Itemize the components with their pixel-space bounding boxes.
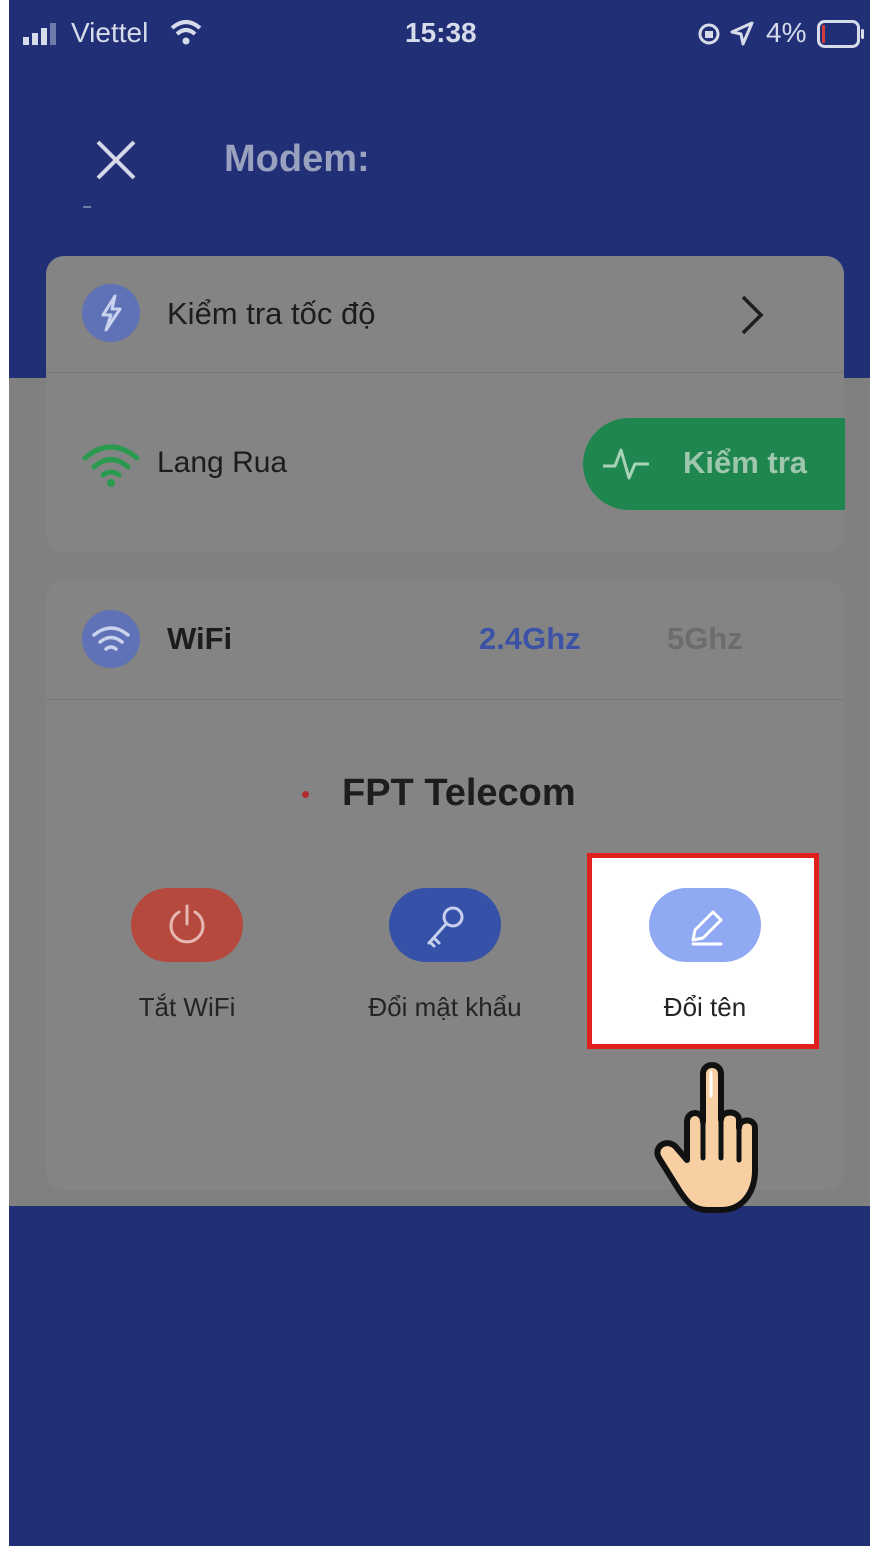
- change-password-button[interactable]: [389, 888, 501, 962]
- power-icon: [169, 904, 205, 944]
- rename-button[interactable]: [649, 888, 761, 962]
- network-name: Lang Rua: [157, 446, 288, 479]
- speed-test-label[interactable]: Kiểm tra tốc độ: [167, 296, 375, 332]
- pulse-icon: [601, 442, 651, 486]
- status-time: 15:38: [405, 17, 477, 48]
- card-divider: [46, 372, 844, 373]
- app-screen: Viettel 15:38 4% Modem: Kiểm tra tốc độ …: [9, 0, 870, 1554]
- ssid-name: FPT Telecom: [342, 772, 576, 814]
- wifi-status-icon: [169, 18, 203, 46]
- status-dot: [302, 791, 309, 798]
- carrier-name: Viettel: [71, 17, 149, 48]
- wifi-green-icon: [81, 440, 141, 488]
- check-button-label[interactable]: Kiểm tra: [683, 445, 807, 481]
- tab-2-4ghz[interactable]: 2.4Ghz: [479, 621, 581, 657]
- battery-percent: 4%: [766, 17, 807, 48]
- bottom-background: [9, 1206, 870, 1554]
- pencil-icon: [691, 910, 723, 946]
- turn-off-wifi-button[interactable]: [131, 888, 243, 962]
- location-icon: [730, 21, 754, 47]
- lightning-icon: [82, 284, 140, 342]
- wifi-label: WiFi: [167, 621, 233, 656]
- signal-icon: [23, 23, 63, 45]
- rename-label[interactable]: Đổi tên: [603, 992, 807, 1023]
- card-divider: [46, 699, 844, 700]
- page-title: Modem:: [224, 138, 370, 180]
- rotation-lock-icon: [697, 22, 721, 46]
- bottom-strip: [9, 1546, 870, 1554]
- battery-icon: [817, 20, 865, 48]
- chevron-right-icon[interactable]: [737, 293, 767, 337]
- wifi-circle-icon: [82, 610, 140, 668]
- tab-5ghz[interactable]: 5Ghz: [667, 621, 743, 657]
- close-icon[interactable]: [94, 138, 138, 182]
- turn-off-wifi-label[interactable]: Tắt WiFi: [87, 992, 287, 1023]
- pointing-hand-icon: [645, 1062, 765, 1214]
- title-underline: [83, 206, 91, 208]
- change-password-label[interactable]: Đổi mật khẩu: [335, 992, 555, 1023]
- key-icon: [427, 906, 464, 948]
